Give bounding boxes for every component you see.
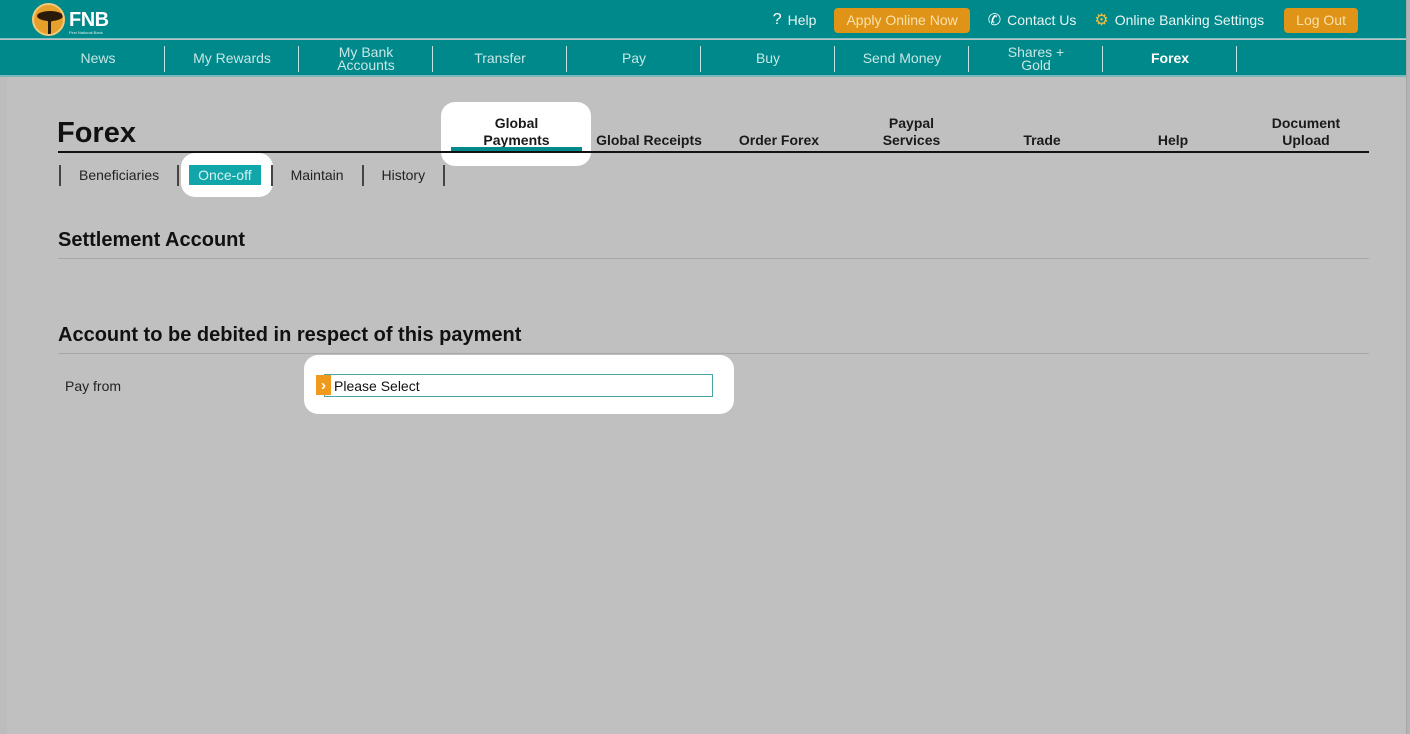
nav-news[interactable]: News (31, 40, 165, 77)
settlement-account-heading: Settlement Account (58, 229, 246, 251)
sub-tabs: Beneficiaries Once-off Maintain History (59, 164, 446, 186)
divider (58, 353, 1369, 354)
question-mark-icon: ? (772, 11, 782, 28)
help-label: Help (787, 12, 817, 28)
tab-label: Global Payments (483, 115, 550, 148)
page-title: Forex (57, 117, 136, 149)
tab-label: Document Upload (1271, 115, 1341, 148)
separator (177, 164, 180, 186)
chevron-right-icon[interactable]: › (316, 375, 331, 395)
tab-paypal-services[interactable]: Paypal Services (842, 115, 981, 152)
pay-from-label: Pay from (65, 378, 122, 394)
subtab-history[interactable]: History (364, 167, 444, 183)
tab-label: Paypal Services (882, 115, 941, 148)
log-out-button[interactable]: Log Out (1284, 7, 1358, 33)
nav-send-money[interactable]: Send Money (835, 40, 969, 77)
tab-help[interactable]: Help (1103, 132, 1243, 152)
debit-account-heading: Account to be debited in respect of this… (58, 324, 522, 346)
nav-my-rewards[interactable]: My Rewards (165, 40, 299, 77)
nav-forex[interactable]: Forex (1103, 40, 1237, 77)
phone-icon: ✆ (987, 12, 1002, 29)
forex-tabs: Global Payments Global Receipts Order Fo… (451, 114, 1369, 152)
left-edge (0, 77, 7, 734)
header-links: ? Help Apply Online Now ✆ Contact Us ⚙ O… (755, 7, 1358, 33)
tab-divider (58, 151, 1369, 153)
tab-order-forex[interactable]: Order Forex (716, 132, 842, 152)
brand-name: FNB (69, 8, 109, 31)
brand-tagline: First National Bank (69, 30, 103, 35)
nav-my-bank-accounts[interactable]: My Bank Accounts (299, 40, 433, 77)
settings-label: Online Banking Settings (1114, 12, 1265, 28)
contact-us-link[interactable]: ✆ Contact Us (988, 10, 1077, 30)
separator (443, 164, 446, 186)
fnb-logo[interactable]: FNB First National Bank (32, 3, 109, 36)
acacia-tree-icon (32, 3, 65, 36)
contact-label: Contact Us (1007, 12, 1077, 28)
nav-shares-gold[interactable]: Shares + Gold (969, 40, 1103, 77)
help-link[interactable]: ? Help (773, 11, 817, 29)
tab-document-upload[interactable]: Document Upload (1243, 115, 1369, 152)
nav-transfer[interactable]: Transfer (433, 40, 567, 77)
gear-icon: ⚙ (1094, 12, 1109, 29)
tab-global-receipts[interactable]: Global Receipts (582, 132, 716, 152)
apply-online-button[interactable]: Apply Online Now (834, 7, 970, 33)
divider (58, 258, 1369, 259)
tab-trade[interactable]: Trade (981, 132, 1103, 152)
nav-pay[interactable]: Pay (567, 40, 701, 77)
pay-from-select[interactable]: Please Select (324, 374, 713, 397)
top-header: FNB First National Bank ? Help Apply Onl… (0, 0, 1406, 39)
subtab-maintain[interactable]: Maintain (273, 167, 362, 183)
online-banking-settings-link[interactable]: ⚙ Online Banking Settings (1094, 10, 1264, 30)
scrollbar[interactable] (1406, 0, 1410, 734)
nav-buy[interactable]: Buy (701, 40, 835, 77)
subtab-beneficiaries[interactable]: Beneficiaries (61, 167, 177, 183)
subtab-once-off[interactable]: Once-off (189, 165, 261, 185)
main-nav: News My Rewards My Bank Accounts Transfe… (0, 40, 1406, 77)
